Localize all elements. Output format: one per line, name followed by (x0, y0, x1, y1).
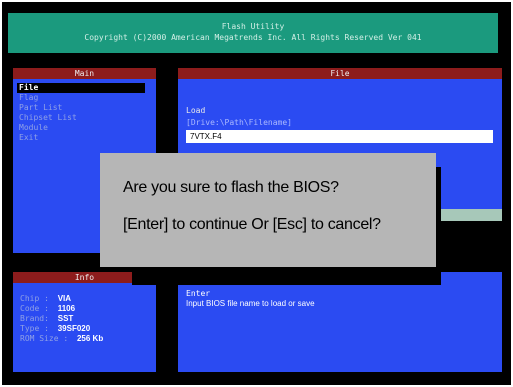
info-row-rom-size: ROM Size : 256 Kb (20, 334, 104, 343)
info-label: Code (20, 304, 40, 313)
info-row-brand: Brand: SST (20, 314, 74, 323)
load-label: Load (186, 106, 206, 115)
main-menu: File Flag Part List Chipset List Module … (13, 79, 156, 143)
copyright-text: Copyright (C)2000 American Megatrends In… (84, 33, 422, 42)
info-value: VIA (57, 294, 72, 303)
header-bar: Flash Utility Copyright (C)2000 American… (8, 13, 498, 53)
message-text: Input BIOS file name to load or save (186, 299, 315, 308)
menu-item-part-list[interactable]: Part List (17, 103, 156, 113)
info-row-chip: Chip : VIA (20, 294, 72, 303)
main-panel-title: Main (13, 68, 156, 79)
path-hint: [Drive:\Path\Filename] (186, 118, 292, 127)
confirm-dialog[interactable]: Are you sure to flash the BIOS? [Enter] … (100, 153, 436, 267)
info-panel: Info Chip : VIA Code : 1106 Brand: SST T… (13, 272, 156, 372)
app-title: Flash Utility (221, 22, 285, 31)
info-row-type: Type : 39SF020 (20, 324, 91, 333)
menu-item-file[interactable]: File (17, 83, 145, 93)
message-panel: Enter Input BIOS file name to load or sa… (178, 272, 502, 372)
message-title: Enter (186, 289, 211, 298)
menu-item-exit[interactable]: Exit (17, 133, 156, 143)
info-label: Type (20, 324, 40, 333)
dialog-question: Are you sure to flash the BIOS? (123, 179, 339, 196)
info-label: ROM Size (20, 334, 59, 343)
menu-item-flag[interactable]: Flag (17, 93, 156, 103)
dialog-instructions: [Enter] to continue Or [Esc] to cancel? (123, 216, 381, 233)
info-rows: Chip : VIA Code : 1106 Brand: SST Type :… (13, 294, 103, 344)
info-value: 1106 (57, 304, 76, 313)
filename-input[interactable] (186, 130, 493, 143)
file-action-bar[interactable] (432, 209, 502, 221)
file-panel-title: File (178, 68, 502, 79)
info-value: 256 Kb (76, 334, 104, 343)
info-label: Chip (20, 294, 40, 303)
menu-item-chipset-list[interactable]: Chipset List (17, 113, 156, 123)
info-value: SST (57, 314, 74, 323)
bios-screen: Flash Utility Copyright (C)2000 American… (2, 2, 511, 385)
info-row-code: Code : 1106 (20, 304, 76, 313)
menu-item-module[interactable]: Module (17, 123, 156, 133)
info-label: Brand (20, 314, 45, 323)
info-value: 39SF020 (57, 324, 91, 333)
